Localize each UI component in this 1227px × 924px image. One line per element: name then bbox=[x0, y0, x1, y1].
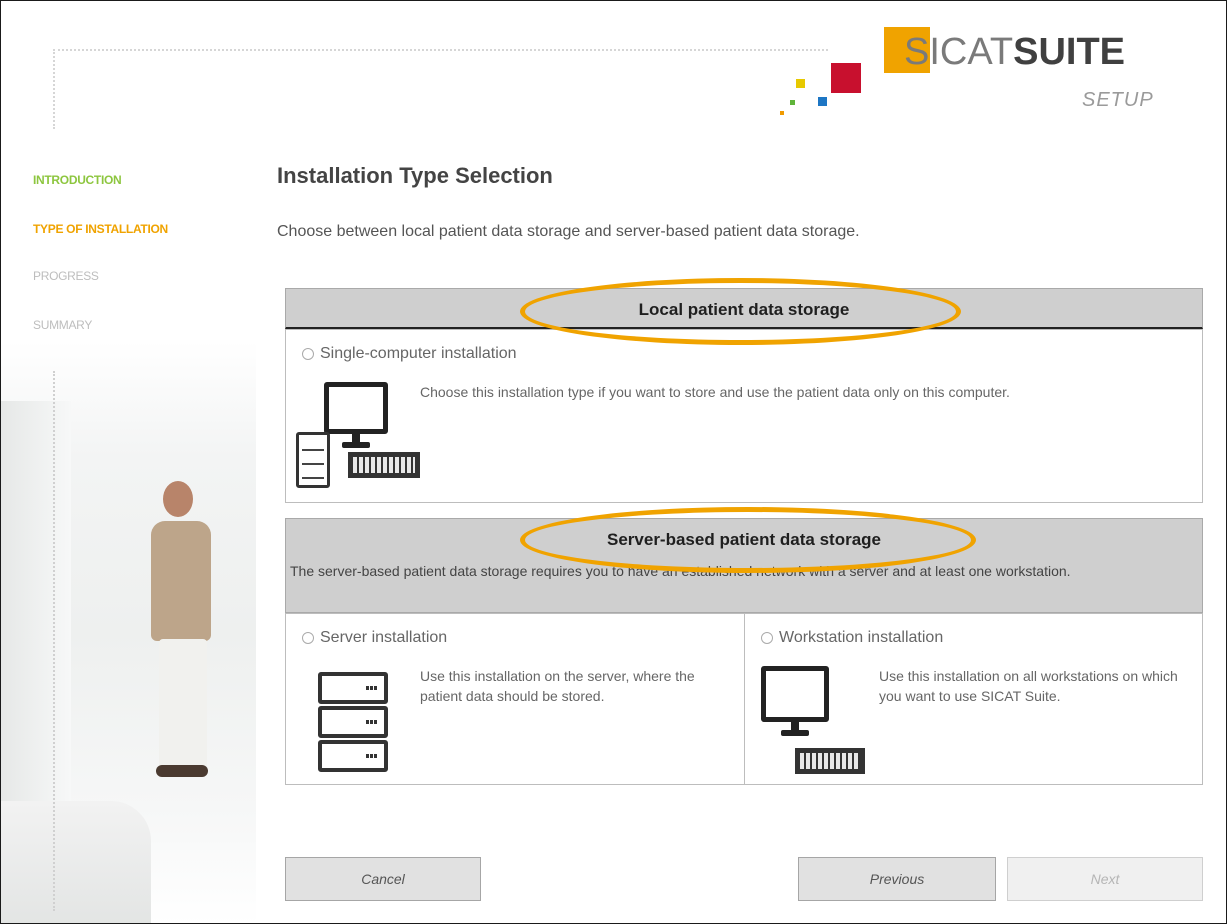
logo-setup-label: SETUP bbox=[1082, 89, 1154, 111]
server-installation-radio-row[interactable]: Server installation bbox=[302, 629, 447, 647]
nav-step-introduction: INTRODUCTION bbox=[33, 173, 122, 187]
sicat-logo: SICATSUITE SETUP bbox=[776, 17, 1206, 127]
single-computer-option[interactable]: Single-computer installation Choose this… bbox=[285, 329, 1203, 503]
single-computer-radio[interactable] bbox=[302, 348, 314, 360]
logo-square-yellow bbox=[796, 79, 805, 88]
next-button[interactable]: Next bbox=[1007, 857, 1203, 901]
page-title: Installation Type Selection bbox=[277, 163, 553, 188]
single-computer-description: Choose this installation type if you wan… bbox=[420, 384, 1010, 400]
photo-person-legs bbox=[159, 639, 207, 769]
server-rack-icon bbox=[318, 666, 392, 776]
single-computer-label[interactable]: Single-computer installation bbox=[320, 345, 517, 363]
setup-window: SICATSUITE SETUP INTRODUCTION TYPE OF IN… bbox=[0, 0, 1227, 924]
sidebar-photo bbox=[1, 341, 256, 923]
photo-counter bbox=[1, 801, 151, 923]
server-installation-radio[interactable] bbox=[302, 632, 314, 644]
logo-square-red bbox=[831, 63, 861, 93]
previous-button[interactable]: Previous bbox=[798, 857, 996, 901]
logo-wordmark: SICATSUITE bbox=[904, 31, 1125, 74]
server-storage-highlight bbox=[520, 507, 976, 573]
cancel-button[interactable]: Cancel bbox=[285, 857, 481, 901]
workstation-installation-description: Use this installation on all workstation… bbox=[879, 668, 1178, 704]
server-installation-option[interactable]: Server installation Use this installatio… bbox=[285, 613, 745, 785]
logo-brand-bold: SUITE bbox=[1013, 31, 1125, 73]
workstation-installation-option[interactable]: Workstation installation Use this instal… bbox=[744, 613, 1203, 785]
local-storage-highlight bbox=[520, 278, 961, 345]
single-computer-radio-row[interactable]: Single-computer installation bbox=[302, 345, 517, 363]
header-dotted-line-vertical bbox=[53, 49, 55, 129]
nav-step-summary: SUMMARY bbox=[33, 318, 93, 332]
photo-person-body bbox=[151, 521, 211, 641]
sidebar-dotted-line bbox=[53, 371, 55, 911]
workstation-installation-radio-row[interactable]: Workstation installation bbox=[761, 629, 943, 647]
nav-step-progress: PROGRESS bbox=[33, 269, 99, 283]
workstation-installation-radio[interactable] bbox=[761, 632, 773, 644]
server-installation-label[interactable]: Server installation bbox=[320, 629, 447, 647]
logo-square-green bbox=[790, 100, 795, 105]
header-dotted-line bbox=[53, 49, 828, 51]
logo-square-small bbox=[780, 111, 784, 115]
server-installation-description: Use this installation on the server, whe… bbox=[420, 668, 695, 704]
workstation-icon bbox=[755, 662, 875, 782]
page-description: Choose between local patient data storag… bbox=[277, 223, 860, 240]
nav-step-type-of-installation: TYPE OF INSTALLATION bbox=[33, 222, 168, 236]
workstation-installation-label[interactable]: Workstation installation bbox=[779, 629, 943, 647]
logo-brand-light: SICAT bbox=[904, 31, 1014, 73]
workstation-with-tower-icon bbox=[294, 370, 424, 490]
photo-person-feet bbox=[156, 765, 208, 777]
photo-person-head bbox=[163, 481, 193, 517]
logo-square-blue bbox=[818, 97, 827, 106]
